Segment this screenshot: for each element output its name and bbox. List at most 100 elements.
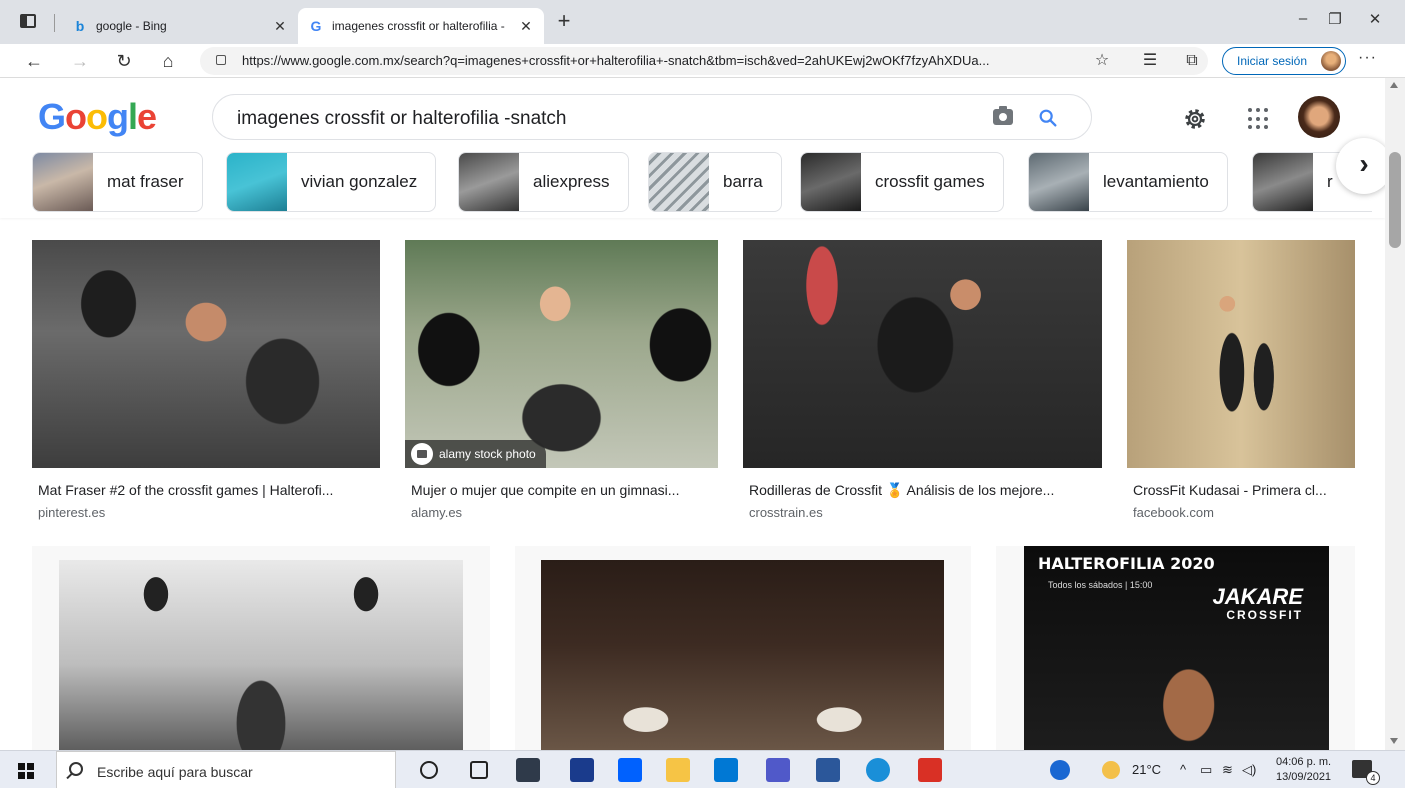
result-card[interactable]: CrossFit Kudasai - Primera cl... faceboo… xyxy=(1127,240,1355,530)
restore-button[interactable]: ❐ xyxy=(1320,10,1350,34)
weather-temp[interactable]: 21°C xyxy=(1132,762,1161,777)
bing-icon: b xyxy=(75,18,85,34)
badge-label: alamy stock photo xyxy=(439,447,536,461)
edge-icon[interactable] xyxy=(866,758,890,782)
tab-actions-icon[interactable] xyxy=(20,14,36,28)
task-view-icon[interactable] xyxy=(470,761,488,779)
result-title[interactable]: CrossFit Kudasai - Primera cl... xyxy=(1133,482,1327,498)
system-clock[interactable]: 04:06 p. m. 13/09/2021 xyxy=(1276,755,1331,785)
result-title[interactable]: Mat Fraser #2 of the crossfit games | Ha… xyxy=(38,482,333,498)
tab-title: imagenes crossfit or halterofilia - xyxy=(332,19,505,33)
image-results: Mat Fraser #2 of the crossfit games | Ha… xyxy=(0,218,1385,750)
result-image[interactable] xyxy=(32,240,380,468)
word-icon[interactable] xyxy=(816,758,840,782)
chip-crossfit-games[interactable]: crossfit games xyxy=(800,152,1004,212)
volume-icon[interactable]: ◁) xyxy=(1242,762,1256,778)
result-card[interactable]: Rodilleras de Crossfit 🏅 Análisis de los… xyxy=(743,240,1102,530)
result-card[interactable]: HALTEROFILIA 2020 Todos los sábados | 15… xyxy=(996,546,1355,750)
battery-icon[interactable]: ▭ xyxy=(1200,762,1212,778)
apps-grid-icon[interactable] xyxy=(1248,108,1270,130)
app-icon[interactable] xyxy=(570,758,594,782)
related-chips: mat fraser vivian gonzalez aliexpress ba… xyxy=(32,152,1372,212)
minimize-button[interactable]: – xyxy=(1288,10,1318,34)
chip-label: crossfit games xyxy=(875,172,985,191)
help-icon[interactable] xyxy=(1050,760,1070,780)
mail-icon[interactable] xyxy=(714,758,738,782)
tab-google-images[interactable]: G imagenes crossfit or halterofilia - ✕ xyxy=(298,8,544,44)
browser-toolbar: ← → ↻ ⌂ https://www.google.com.mx/search… xyxy=(0,44,1405,78)
result-image[interactable]: alamy stock photo xyxy=(405,240,718,468)
settings-more-icon[interactable]: ··· xyxy=(1358,49,1377,67)
result-source[interactable]: pinterest.es xyxy=(38,505,105,520)
tab-bing[interactable]: b google - Bing ✕ xyxy=(62,8,298,44)
result-image[interactable] xyxy=(59,560,463,750)
new-tab-button[interactable]: + xyxy=(552,10,576,34)
scrollbar-thumb[interactable] xyxy=(1389,152,1401,248)
result-title[interactable]: Rodilleras de Crossfit 🏅 Análisis de los… xyxy=(749,482,1054,499)
wifi-icon[interactable]: ≋ xyxy=(1222,762,1233,778)
file-explorer-icon[interactable] xyxy=(666,758,690,782)
address-bar[interactable]: https://www.google.com.mx/search?q=image… xyxy=(200,47,1208,75)
taskbar-search-input[interactable]: Escribe aquí para buscar xyxy=(56,751,396,788)
result-card[interactable] xyxy=(32,546,490,750)
favorites-icon[interactable]: ☰ xyxy=(1138,49,1162,73)
clock-date: 13/09/2021 xyxy=(1276,771,1332,783)
back-button[interactable]: ← xyxy=(22,49,46,73)
cortana-icon[interactable] xyxy=(420,761,438,779)
home-button[interactable]: ⌂ xyxy=(156,49,180,73)
chip-vivian-gonzalez[interactable]: vivian gonzalez xyxy=(226,152,437,212)
search-icon[interactable] xyxy=(1037,107,1059,129)
image-icon xyxy=(411,443,433,465)
taskbar-search-placeholder: Escribe aquí para buscar xyxy=(97,764,253,780)
poster-brand: JAKARE xyxy=(1212,584,1303,609)
search-query[interactable]: imagenes crossfit or halterofilia -snatc… xyxy=(237,108,566,130)
scroll-down-icon[interactable] xyxy=(1390,738,1398,744)
gear-icon[interactable] xyxy=(1182,106,1208,132)
screen: b google - Bing ✕ G imagenes crossfit or… xyxy=(0,0,1405,788)
close-tab-icon[interactable]: ✕ xyxy=(518,18,534,35)
add-favorite-icon[interactable]: ☆ xyxy=(1090,49,1114,73)
result-image[interactable] xyxy=(1127,240,1355,468)
chip-mat-fraser[interactable]: mat fraser xyxy=(32,152,203,212)
google-logo[interactable]: Google xyxy=(38,96,157,138)
result-source[interactable]: crosstrain.es xyxy=(749,505,823,520)
windows-start-icon[interactable] xyxy=(18,763,34,779)
teams-icon[interactable] xyxy=(766,758,790,782)
result-source[interactable]: alamy.es xyxy=(411,505,462,520)
camera-icon[interactable] xyxy=(993,106,1013,125)
poster-subtitle: Todos los sábados | 15:00 xyxy=(1048,580,1153,590)
chip-label: mat fraser xyxy=(107,172,184,191)
notification-count: 4 xyxy=(1366,771,1380,785)
scroll-up-icon[interactable] xyxy=(1390,82,1398,88)
result-title[interactable]: Mujer o mujer que compite en un gimnasi.… xyxy=(411,482,679,498)
chip-aliexpress[interactable]: aliexpress xyxy=(458,152,629,212)
chip-label: barra xyxy=(723,172,763,191)
result-image[interactable] xyxy=(541,560,944,750)
result-card[interactable]: Mat Fraser #2 of the crossfit games | Ha… xyxy=(32,240,380,530)
collections-icon[interactable]: ⧉ xyxy=(1180,49,1204,73)
dropbox-icon[interactable] xyxy=(618,758,642,782)
account-avatar[interactable] xyxy=(1298,96,1340,138)
url-text[interactable]: https://www.google.com.mx/search?q=image… xyxy=(242,53,1122,68)
weather-icon[interactable] xyxy=(1102,761,1120,779)
refresh-button[interactable]: ↻ xyxy=(112,49,136,73)
close-window-button[interactable]: ✕ xyxy=(1360,10,1390,34)
result-source[interactable]: facebook.com xyxy=(1133,505,1214,520)
result-image[interactable]: HALTEROFILIA 2020 Todos los sábados | 15… xyxy=(1024,546,1329,750)
chip-levantamiento[interactable]: levantamiento xyxy=(1028,152,1228,212)
store-icon[interactable] xyxy=(516,758,540,782)
forward-button[interactable]: → xyxy=(68,49,92,73)
result-card[interactable]: alamy stock photo Mujer o mujer que comp… xyxy=(405,240,718,530)
page-scrollbar[interactable] xyxy=(1385,78,1405,750)
close-tab-icon[interactable]: ✕ xyxy=(272,18,288,35)
chip-thumbnail xyxy=(459,153,519,211)
lock-icon[interactable] xyxy=(216,55,226,65)
search-input[interactable]: imagenes crossfit or halterofilia -snatc… xyxy=(212,94,1092,140)
result-card[interactable] xyxy=(515,546,971,750)
signin-button[interactable]: Iniciar sesión xyxy=(1222,47,1346,75)
chip-barra[interactable]: barra xyxy=(648,152,782,212)
result-image[interactable] xyxy=(743,240,1102,468)
tray-chevron-icon[interactable]: ^ xyxy=(1180,762,1186,777)
chips-next-button[interactable]: › xyxy=(1336,138,1392,194)
acrobat-icon[interactable] xyxy=(918,758,942,782)
